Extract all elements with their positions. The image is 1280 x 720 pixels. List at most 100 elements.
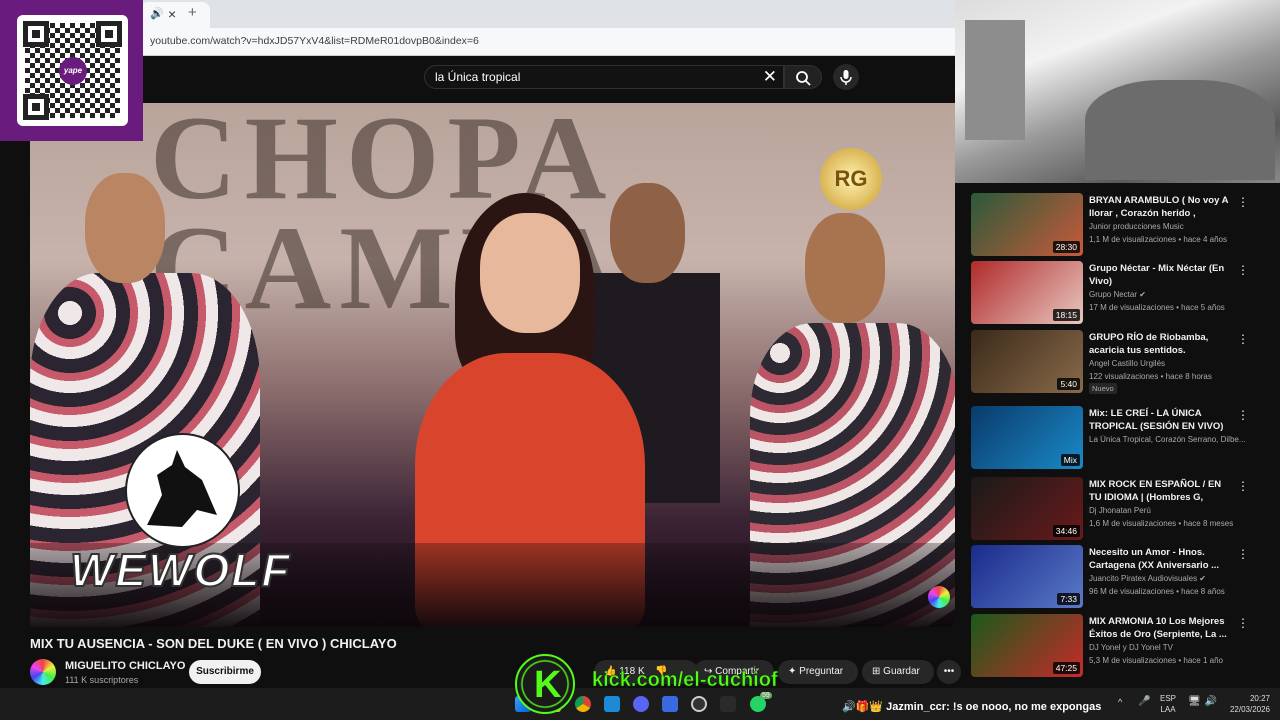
recommendation-channel[interactable]: Dj Jhonatan Perú bbox=[1089, 506, 1249, 515]
recommendation-item[interactable]: 47:25 MIX ARMONIA 10 Los Mejores Éxitos d… bbox=[971, 614, 1276, 680]
layout-code: LAA bbox=[1160, 705, 1176, 714]
video-thumbnail[interactable]: 18:15 bbox=[971, 261, 1083, 324]
recommendation-title[interactable]: BRYAN ARAMBULO ( No voy A llorar , Coraz… bbox=[1089, 194, 1234, 220]
recommendation-title[interactable]: Mix: LE CREÍ - LA ÚNICA TROPICAL (SESIÓN… bbox=[1089, 407, 1234, 433]
address-bar[interactable]: youtube.com/watch?v=hdxJD57YxV4&list=RDM… bbox=[0, 28, 955, 56]
chat-message: : !s oe nooo, no me expongas bbox=[946, 701, 1102, 713]
rg-logo: RG bbox=[820, 148, 882, 210]
video-player[interactable]: CHOPA CAMPA RG WEWOLF bbox=[30, 103, 955, 627]
chrome-icon[interactable] bbox=[575, 696, 591, 712]
kebab-menu-icon[interactable]: ⋮ bbox=[1237, 479, 1249, 493]
video-thumbnail[interactable]: 47:25 bbox=[971, 614, 1083, 677]
youtube-header: la Única tropical ✕ bbox=[0, 57, 955, 104]
network-volume-icons[interactable]: 🖥🔊 bbox=[1188, 696, 1221, 707]
chevron-up-icon[interactable]: ^ bbox=[1118, 697, 1122, 707]
chat-ticker: 🔊🎁👑 Jazmin_ccr: !s oe nooo, no me expong… bbox=[842, 700, 1101, 713]
save-button[interactable]: ⊞ Guardar bbox=[862, 660, 934, 684]
language-code: ESP bbox=[1160, 694, 1177, 703]
recommendation-item[interactable]: Mix Mix: LE CREÍ - LA ÚNICA TROPICAL (SES… bbox=[971, 406, 1276, 472]
recommendation-title[interactable]: MIX ARMONIA 10 Los Mejores Éxitos de Oro… bbox=[1089, 615, 1234, 641]
recommendation-item[interactable]: 34:46 MIX ROCK EN ESPAÑOL / EN TU IDIOMA … bbox=[971, 477, 1276, 543]
chat-username: Jazmin_ccr bbox=[886, 701, 947, 713]
duration-badge: Mix bbox=[1060, 454, 1080, 466]
search-icon bbox=[796, 71, 811, 86]
more-actions-button[interactable]: ••• bbox=[937, 660, 961, 684]
yape-logo: yape bbox=[59, 57, 87, 85]
wolf-logo-text: WEWOLF bbox=[69, 543, 292, 597]
kick-letter: K bbox=[534, 664, 562, 706]
kebab-menu-icon[interactable]: ⋮ bbox=[1237, 332, 1249, 346]
recommendation-channel[interactable]: DJ Yonel y DJ Yonel TV bbox=[1089, 643, 1249, 652]
qr-overlay: yape bbox=[0, 0, 143, 141]
sparkle-icon: ✦ bbox=[788, 666, 797, 677]
kebab-menu-icon[interactable]: ⋮ bbox=[1237, 616, 1249, 630]
ask-label: Preguntar bbox=[799, 666, 844, 677]
browser-tab-bar: 🔊 × + bbox=[0, 0, 955, 28]
obs-icon[interactable] bbox=[691, 696, 707, 712]
recommendations-list: 28:30 BRYAN ARAMBULO ( No voy A llorar , … bbox=[965, 183, 1280, 688]
wolf-icon bbox=[125, 433, 240, 548]
recommendation-meta: 5,3 M de visualizaciones • hace 1 año bbox=[1089, 656, 1223, 665]
recommendation-meta: 96 M de visualizaciones • hace 8 años bbox=[1089, 587, 1225, 596]
speaker-icon[interactable]: 🔊 bbox=[150, 7, 164, 20]
recommendation-title[interactable]: Grupo Néctar - Mix Néctar (En Vivo) bbox=[1089, 262, 1234, 288]
search-button[interactable] bbox=[784, 65, 822, 89]
microphone-icon bbox=[840, 70, 852, 85]
video-thumbnail[interactable]: 7:33 bbox=[971, 545, 1083, 608]
video-thumbnail[interactable]: 28:30 bbox=[971, 193, 1083, 256]
recommendation-title[interactable]: GRUPO RÍO de Riobamba, acaricia tus sent… bbox=[1089, 331, 1234, 357]
recommendation-channel[interactable]: La Única Tropical, Corazón Serrano, Dilb… bbox=[1089, 435, 1249, 444]
chat-badge-icons: 🔊🎁👑 bbox=[842, 701, 884, 713]
kebab-menu-icon[interactable]: ⋮ bbox=[1237, 408, 1249, 422]
language-indicator[interactable]: ESP LAA bbox=[1160, 693, 1176, 715]
recommendation-title[interactable]: Necesito un Amor - Hnos. Cartagena (XX A… bbox=[1089, 546, 1234, 572]
recommendation-item[interactable]: 7:33 Necesito un Amor - Hnos. Cartagena (… bbox=[971, 545, 1276, 611]
voice-search-button[interactable] bbox=[833, 64, 859, 90]
kebab-menu-icon[interactable]: ⋮ bbox=[1237, 547, 1249, 561]
terminal-icon[interactable] bbox=[720, 696, 736, 712]
new-tab-button[interactable]: + bbox=[188, 4, 197, 21]
recommendation-channel[interactable]: Junior producciones Music bbox=[1089, 222, 1249, 231]
search-query[interactable]: la Única tropical bbox=[435, 70, 520, 84]
duration-badge: 47:25 bbox=[1052, 662, 1080, 674]
recommendation-meta: 122 visualizaciones • hace 8 horas bbox=[1089, 372, 1212, 381]
tab-close-icon[interactable]: × bbox=[168, 6, 176, 22]
discord-icon[interactable] bbox=[633, 696, 649, 712]
whatsapp-badge: 59 bbox=[760, 692, 772, 699]
webcam-overlay bbox=[955, 0, 1280, 183]
browser-tab[interactable]: 🔊 × bbox=[140, 2, 210, 28]
channel-watermark[interactable] bbox=[928, 586, 950, 608]
kebab-menu-icon[interactable]: ⋮ bbox=[1237, 263, 1249, 277]
ask-button[interactable]: ✦ Preguntar bbox=[778, 660, 858, 684]
subscriber-count: 111 K suscriptores bbox=[65, 675, 139, 685]
recommendation-title[interactable]: MIX ROCK EN ESPAÑOL / EN TU IDIOMA | (Ho… bbox=[1089, 478, 1234, 504]
video-thumbnail[interactable]: 5:40 bbox=[971, 330, 1083, 393]
kick-url: kick.com/el-cuchiof bbox=[592, 669, 778, 692]
kebab-menu-icon[interactable]: ⋮ bbox=[1237, 195, 1249, 209]
app-icon[interactable] bbox=[662, 696, 678, 712]
recommendation-meta: 1,6 M de visualizaciones • hace 8 meses bbox=[1089, 519, 1234, 528]
duration-badge: 18:15 bbox=[1052, 309, 1080, 321]
recommendation-item[interactable]: 28:30 BRYAN ARAMBULO ( No voy A llorar , … bbox=[971, 193, 1276, 259]
save-label: Guardar bbox=[883, 666, 920, 677]
recommendation-channel[interactable]: Angel Castillo Urgilés bbox=[1089, 359, 1249, 368]
channel-avatar[interactable] bbox=[30, 659, 56, 685]
clock[interactable]: 20:27 22/03/2026 bbox=[1225, 693, 1270, 715]
new-badge: Nuevo bbox=[1089, 383, 1117, 394]
recommendation-channel[interactable]: Grupo Nectar ✔ bbox=[1089, 290, 1249, 299]
recommendation-item[interactable]: 5:40 GRUPO RÍO de Riobamba, acaricia tus … bbox=[971, 330, 1276, 396]
recommendation-channel[interactable]: Juancito Piratex Audiovisuales ✔ bbox=[1089, 574, 1249, 583]
subscribe-button[interactable]: Suscribirme bbox=[189, 660, 261, 684]
search-input[interactable]: la Única tropical ✕ bbox=[424, 65, 784, 89]
clear-search-icon[interactable]: ✕ bbox=[763, 67, 777, 87]
video-thumbnail[interactable]: Mix bbox=[971, 406, 1083, 469]
url-text[interactable]: youtube.com/watch?v=hdxJD57YxV4&list=RDM… bbox=[150, 35, 479, 47]
duration-badge: 7:33 bbox=[1057, 593, 1080, 605]
channel-name[interactable]: MIGUELITO CHICLAYO bbox=[65, 660, 185, 672]
recommendation-meta: 1,1 M de visualizaciones • hace 4 años bbox=[1089, 235, 1227, 244]
microphone-tray-icon[interactable]: 🎤 bbox=[1138, 696, 1150, 707]
vscode-icon[interactable] bbox=[604, 696, 620, 712]
recommendation-meta: 17 M de visualizaciones • hace 5 años bbox=[1089, 303, 1225, 312]
recommendation-item[interactable]: 18:15 Grupo Néctar - Mix Néctar (En Vivo)… bbox=[971, 261, 1276, 327]
video-thumbnail[interactable]: 34:46 bbox=[971, 477, 1083, 540]
